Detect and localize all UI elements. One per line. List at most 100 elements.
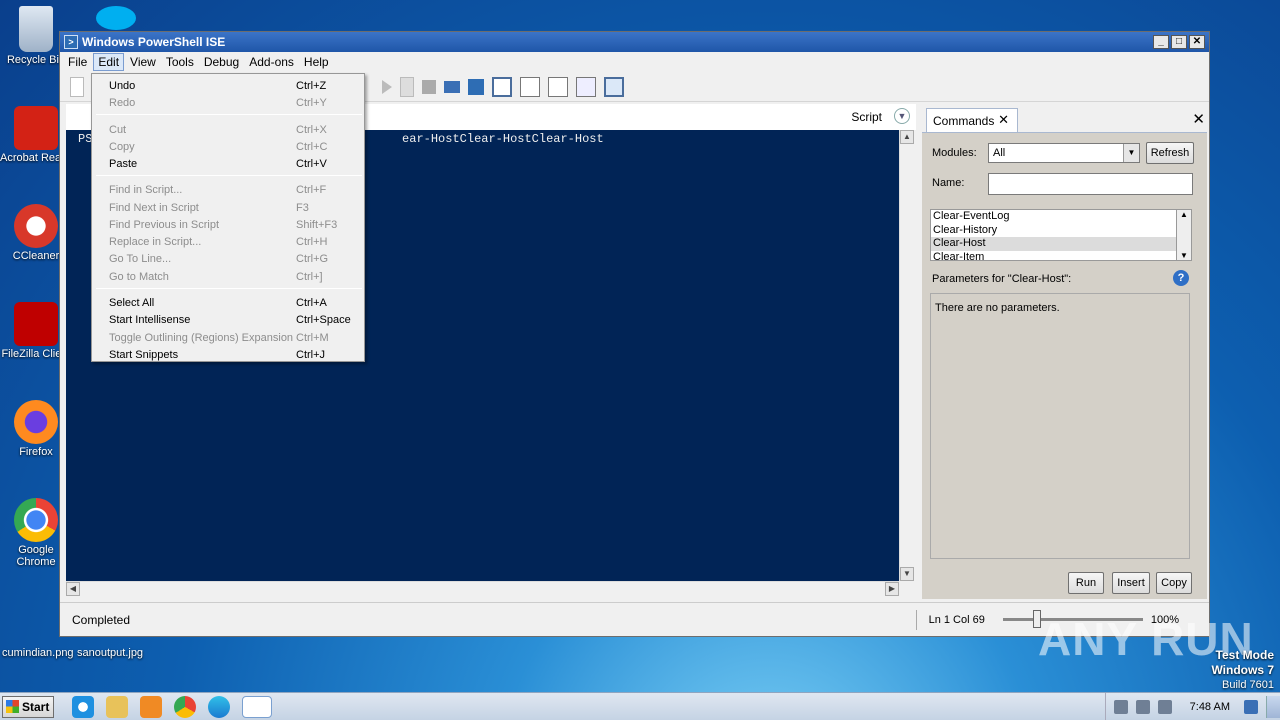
network-icon[interactable] [1135,699,1150,714]
menu-item-shortcut: Ctrl+Y [296,97,327,109]
scroll-up-icon[interactable]: ▲ [900,130,914,144]
file-explorer-icon[interactable] [106,695,128,718]
parameters-label: Parameters for "Clear-Host": [932,273,1072,285]
scroll-right-icon[interactable]: ▶ [885,582,899,596]
console-vertical-scrollbar[interactable]: ▲ ▼ [899,130,915,581]
show-desktop-button[interactable] [1266,695,1280,718]
new-script-icon[interactable] [70,76,84,97]
run-selection-icon[interactable] [400,76,414,97]
stop-icon[interactable] [422,79,436,94]
name-input[interactable] [988,173,1193,195]
menu-edit[interactable]: Edit [93,53,125,71]
system-tray: 7:48 AM [1104,693,1280,720]
scroll-left-icon[interactable]: ◀ [66,582,80,596]
menu-item-go-to-match: Go to Match Ctrl+] [92,268,364,285]
list-item[interactable]: Clear-History [931,224,1183,238]
menu-view[interactable]: View [126,54,160,70]
list-item[interactable]: Clear-Item [931,251,1183,261]
chevron-down-icon[interactable]: ▼ [1123,144,1139,162]
close-icon[interactable]: ✕ [998,112,1009,128]
status-bar: Completed Ln 1 Col 69 100% [60,602,1209,636]
ccleaner-icon [14,204,58,248]
parameters-text: There are no parameters. [935,302,1060,314]
remote-powershell-icon[interactable] [444,80,460,93]
show-command-window-icon[interactable] [576,76,596,97]
minimize-button[interactable]: _ [1153,35,1169,49]
desktop-icon-label: Google Chrome [16,544,56,568]
display-icon[interactable] [1244,699,1258,714]
start-button[interactable]: Start [2,695,54,718]
copy-button[interactable]: Copy [1156,572,1192,594]
menu-item-label: Go To Line... [109,253,172,265]
chevron-down-icon[interactable]: ▼ [894,108,910,124]
desktop-file[interactable]: cumindian.png [2,647,74,659]
title-bar[interactable]: > Windows PowerShell ISE _ □ ✕ [60,32,1209,52]
menu-file[interactable]: File [64,54,91,70]
recycle-bin-icon [19,6,53,52]
scroll-down-icon[interactable]: ▼ [900,567,914,581]
menu-item-undo[interactable]: Undo Ctrl+Z [92,77,364,94]
menu-debug[interactable]: Debug [200,54,243,70]
menu-item-find-in-script: Find in Script... Ctrl+F [92,181,364,198]
run-script-icon[interactable] [382,79,392,94]
menu-addons[interactable]: Add-ons [245,54,298,70]
edge-icon[interactable] [208,695,230,718]
volume-icon[interactable] [1113,699,1128,714]
powershell-console-icon[interactable] [468,78,484,95]
menu-item-start-intellisense[interactable]: Start Intellisense Ctrl+Space [92,311,364,328]
test-mode-line: Windows 7 [1211,663,1274,677]
menu-item-find-next-in-script: Find Next in Script F3 [92,199,364,216]
menu-item-label: Find Next in Script [109,202,199,214]
menu-item-redo: Redo Ctrl+Y [92,94,364,111]
show-script-top-icon[interactable] [492,76,512,97]
show-command-addon-icon[interactable] [604,76,624,97]
internet-explorer-icon[interactable] [72,695,94,718]
menu-item-shortcut: F3 [296,202,309,214]
desktop-icon-skype[interactable] [80,6,152,32]
powershell-ise-taskbar-icon[interactable] [242,695,272,718]
menu-item-shortcut: Ctrl+X [296,124,327,136]
menu-item-shortcut: Shift+F3 [296,219,338,231]
menu-item-select-all[interactable]: Select All Ctrl+A [92,294,364,311]
menu-item-paste[interactable]: Paste Ctrl+V [92,155,364,172]
menu-help[interactable]: Help [300,54,333,70]
maximize-button[interactable]: □ [1171,35,1187,49]
script-pane-toggle[interactable]: Script [851,110,882,124]
show-script-right-icon[interactable] [520,76,540,97]
menu-item-label: Start Snippets [109,349,179,361]
name-label: Name: [932,177,965,189]
media-player-icon[interactable] [140,695,162,718]
menu-item-label: Copy [109,141,135,153]
list-item[interactable]: Clear-Host [931,237,1183,251]
menu-item-copy: Copy Ctrl+C [92,138,364,155]
chrome-icon[interactable] [174,695,196,718]
close-icon[interactable]: ✕ [1192,110,1205,128]
menu-item-find-previous-in-script: Find Previous in Script Shift+F3 [92,216,364,233]
insert-button[interactable]: Insert [1112,572,1150,594]
list-item[interactable]: Clear-EventLog [931,210,1183,224]
clock[interactable]: 7:48 AM [1190,701,1230,713]
show-script-maximized-icon[interactable] [548,76,568,97]
parameters-box: There are no parameters. [930,293,1190,559]
menu-item-start-snippets[interactable]: Start Snippets Ctrl+J [92,346,364,363]
console-horizontal-scrollbar[interactable]: ◀ ▶ [66,581,899,597]
tab-commands[interactable]: Commands ✕ [926,108,1018,132]
close-button[interactable]: ✕ [1189,35,1205,49]
help-icon[interactable]: ? [1173,270,1189,286]
run-button[interactable]: Run [1068,572,1104,594]
menu-item-toggle-outlining-regions-expansion: Toggle Outlining (Regions) Expansion Ctrl… [92,329,364,346]
desktop-file[interactable]: sanoutput.jpg [77,647,143,659]
menu-item-shortcut: Ctrl+V [296,158,327,170]
modules-dropdown[interactable]: All ▼ [988,143,1140,163]
refresh-button[interactable]: Refresh [1146,142,1194,164]
chrome-icon [14,498,58,542]
menu-item-label: Find in Script... [109,184,183,196]
menu-divider [96,114,362,115]
scroll-down-icon[interactable]: ▼ [1177,251,1191,260]
scroll-up-icon[interactable]: ▲ [1177,210,1191,219]
menu-tools[interactable]: Tools [162,54,198,70]
command-list-scrollbar[interactable]: ▲ ▼ [1176,209,1192,261]
flag-icon[interactable] [1157,699,1172,714]
menu-divider [96,175,362,176]
command-list[interactable]: Clear-EventLog Clear-History Clear-Host … [930,209,1184,261]
